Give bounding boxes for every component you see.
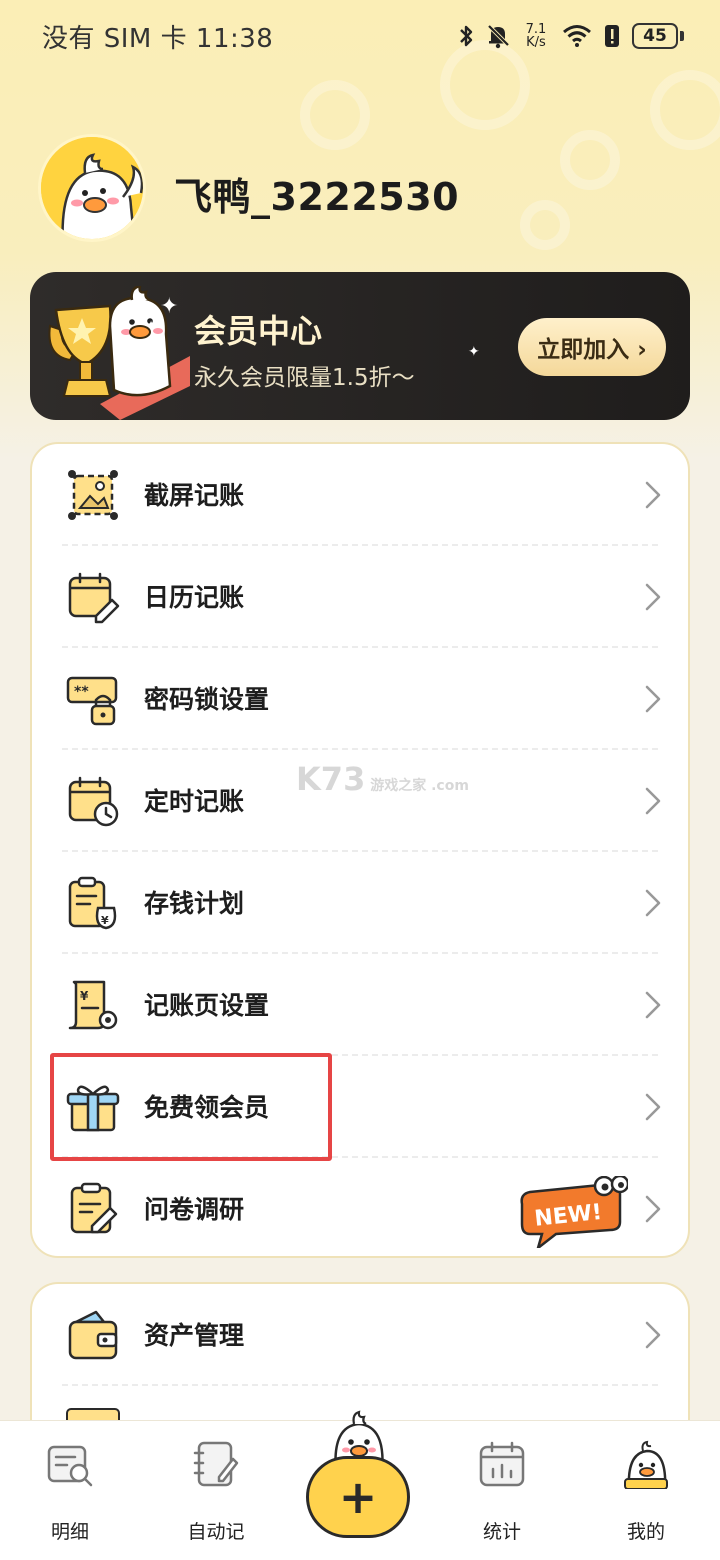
highlight-annotation: [50, 1053, 332, 1161]
chevron-right-icon: [645, 1195, 661, 1223]
new-badge: NEW!: [520, 1176, 628, 1248]
vip-title: 会员中心: [194, 312, 323, 350]
battery-level: 45: [632, 23, 678, 49]
menu-item-savings-plan[interactable]: ¥ 存钱计划: [32, 852, 688, 954]
bg-decoration: [650, 70, 720, 150]
nav-statistics[interactable]: 统计: [452, 1439, 552, 1544]
bluetooth-icon: [458, 23, 474, 49]
chevron-right-icon: [645, 787, 661, 815]
password-lock-icon: **: [66, 676, 118, 726]
calendar-edit-icon: [68, 572, 120, 624]
menu-item-label: 截屏记账: [144, 481, 245, 510]
savings-plan-icon: ¥: [68, 876, 117, 930]
svg-text:¥: ¥: [80, 989, 89, 1003]
carrier-time: 没有 SIM 卡 11:38: [42, 24, 274, 54]
join-now-button[interactable]: 立即加入 ›: [518, 318, 666, 376]
chevron-right-icon: [645, 889, 661, 917]
menu-item-password-lock[interactable]: ** 密码锁设置: [32, 648, 688, 750]
wallet-icon: [68, 1310, 118, 1360]
menu-item-label: 资产管理: [144, 1321, 245, 1350]
sparkle-icon: ✦: [160, 294, 179, 319]
battery-icon: 45: [632, 23, 684, 49]
network-speed: 7.1 K/s: [525, 22, 547, 50]
chevron-right-icon: [645, 583, 661, 611]
menu-item-label: 定时记账: [144, 787, 245, 816]
sparkle-icon: ✦: [468, 344, 480, 360]
menu-item-calendar-bookkeeping[interactable]: 日历记账: [32, 546, 688, 648]
nav-label: 明细: [50, 1521, 89, 1543]
chevron-right-icon: [645, 685, 661, 713]
chevron-right-icon: [645, 481, 661, 509]
bg-decoration: [520, 200, 570, 250]
menu-item-label: 问卷调研: [144, 1195, 245, 1224]
menu-item-survey[interactable]: 问卷调研 NEW!: [32, 1158, 688, 1260]
nav-label: 统计: [482, 1521, 521, 1543]
chevron-right-icon: [645, 991, 661, 1019]
nav-auto-record[interactable]: 自动记: [166, 1439, 266, 1544]
detail-icon: [47, 1445, 93, 1487]
menu-item-label: 记账页设置: [144, 991, 270, 1020]
vip-center-card[interactable]: ✦ ✦ ✦ 会员中心 永久会员限量1.5折～ 立即加入 ›: [30, 272, 690, 420]
menu-item-label: 存钱计划: [144, 889, 245, 918]
status-bar: 没有 SIM 卡 11:38 7.1 K/s 45: [0, 0, 720, 72]
profile-duck-icon: [624, 1440, 668, 1491]
wifi-icon: [562, 24, 592, 48]
nav-label: 我的: [626, 1521, 665, 1543]
menu-item-screenshot-bookkeeping[interactable]: 截屏记账: [32, 444, 688, 546]
bill-settings-icon: ¥: [68, 980, 118, 1030]
status-icons: 7.1 K/s 45: [458, 18, 684, 54]
auto-record-icon: [193, 1441, 239, 1487]
menu-item-asset-management[interactable]: 资产管理: [32, 1284, 688, 1386]
watermark: K73 游戏之家 .com: [296, 760, 469, 798]
nav-mine[interactable]: 我的: [596, 1439, 696, 1544]
mute-bell-icon: [486, 23, 510, 49]
menu-item-bill-page-settings[interactable]: ¥ 记账页设置: [32, 954, 688, 1056]
svg-text:**: **: [74, 684, 89, 700]
svg-text:¥: ¥: [101, 914, 109, 927]
battery-alert-icon: [604, 23, 620, 49]
nav-detail[interactable]: 明细: [20, 1439, 120, 1544]
menu-item-label: 密码锁设置: [144, 685, 270, 714]
calendar-clock-icon: [68, 776, 119, 827]
avatar[interactable]: [38, 134, 146, 242]
vip-subtitle: 永久会员限量1.5折～: [194, 365, 415, 391]
menu-item-label: 日历记账: [144, 583, 245, 612]
add-record-button[interactable]: +: [306, 1456, 410, 1538]
sparkle-icon: ✦: [146, 318, 157, 332]
nav-label: 自动记: [187, 1521, 245, 1543]
bg-decoration: [560, 130, 620, 190]
chevron-right-icon: [645, 1093, 661, 1121]
username[interactable]: 飞鸭_3222530: [174, 166, 459, 221]
chevron-right-icon: [645, 1321, 661, 1349]
bg-decoration: [300, 80, 370, 150]
screenshot-icon: [68, 470, 118, 520]
survey-icon: [70, 1182, 118, 1234]
statistics-icon: [479, 1441, 525, 1487]
